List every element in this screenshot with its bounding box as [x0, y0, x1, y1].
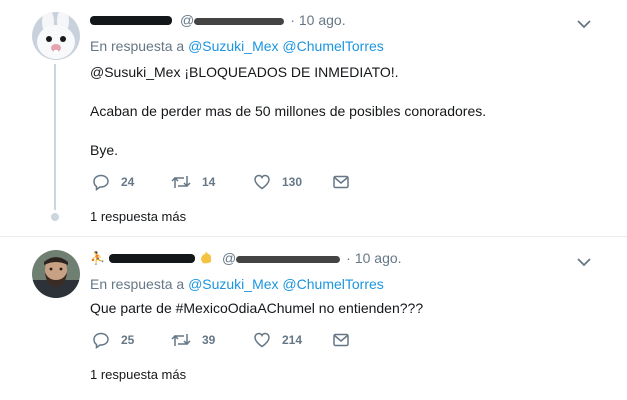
tweet-text-line: Bye.	[90, 142, 119, 158]
message-button[interactable]	[332, 330, 350, 350]
reply-button[interactable]: 25	[92, 330, 134, 350]
reply-icon	[93, 332, 109, 349]
tweet-header: @ · 10 ago.	[90, 11, 346, 29]
reply-mentions[interactable]: @Suzuki_Mex @ChumelTorres	[188, 276, 384, 292]
more-replies-link[interactable]: 1 respuesta más	[90, 367, 186, 382]
heart-icon	[254, 174, 270, 190]
reply-count: 25	[121, 333, 135, 347]
message-button[interactable]	[332, 172, 350, 192]
like-count: 130	[282, 175, 303, 189]
reply-context: En respuesta a @Suzuki_Mex @ChumelTorres	[90, 276, 384, 292]
divider	[0, 236, 627, 237]
retweet-icon	[171, 334, 191, 346]
chevron-down-icon[interactable]	[576, 16, 592, 29]
tweet-text-line: @Susuki_Mex ¡BLOQUEADOS DE INMEDIATO!.	[90, 64, 399, 80]
separator-dot: ·	[346, 250, 351, 266]
thread-line	[54, 64, 56, 210]
thread-dot	[51, 213, 59, 221]
redacted-display-name[interactable]	[90, 15, 172, 25]
avatar[interactable]	[32, 250, 80, 298]
person-emoji-icon: ⛹	[90, 251, 105, 265]
reply-context: En respuesta a @Suzuki_Mex @ChumelTorres	[90, 38, 384, 54]
handle[interactable]: @	[222, 250, 341, 266]
like-button[interactable]: 214	[253, 330, 302, 350]
like-count: 214	[282, 333, 303, 347]
tweet-text-line: Que parte de #MexicoOdiaAChumel no entie…	[90, 300, 424, 316]
reply-mentions[interactable]: @Suzuki_Mex @ChumelTorres	[188, 38, 384, 54]
retweet-button[interactable]: 39	[171, 330, 215, 350]
separator-dot: ·	[290, 12, 295, 28]
reply-prefix: En respuesta a	[90, 38, 185, 54]
reply-icon	[93, 174, 109, 191]
timestamp[interactable]: 10 ago.	[299, 12, 346, 28]
redacted-handle	[194, 17, 285, 25]
tweet-text-line: Acaban de perder mas de 50 millones de p…	[90, 103, 487, 119]
heart-icon	[254, 332, 270, 348]
envelope-icon	[333, 175, 349, 189]
reply-count: 24	[121, 175, 135, 189]
envelope-icon	[333, 333, 349, 347]
tweet-header: ⛹ @ · 10 ago.	[90, 249, 402, 267]
tweet[interactable]: ⛹ @ · 10 ago. En respuesta a @Suzuki_Mex…	[0, 238, 627, 400]
retweet-button[interactable]: 14	[171, 172, 215, 192]
redacted-display-name[interactable]	[108, 253, 195, 263]
retweet-count: 39	[202, 333, 216, 347]
tweet[interactable]: @ · 10 ago. En respuesta a @Suzuki_Mex @…	[0, 0, 627, 237]
handle[interactable]: @	[180, 12, 285, 28]
reply-button[interactable]: 24	[92, 172, 134, 192]
retweet-icon	[171, 176, 191, 188]
hand-emoji-icon	[198, 251, 214, 265]
like-button[interactable]: 130	[253, 172, 302, 192]
reply-prefix: En respuesta a	[90, 276, 185, 292]
chevron-down-icon[interactable]	[576, 254, 592, 267]
more-replies-link[interactable]: 1 respuesta más	[90, 209, 186, 224]
redacted-handle	[236, 255, 341, 263]
retweet-count: 14	[202, 175, 216, 189]
timestamp[interactable]: 10 ago.	[355, 250, 402, 266]
avatar[interactable]	[32, 12, 80, 60]
